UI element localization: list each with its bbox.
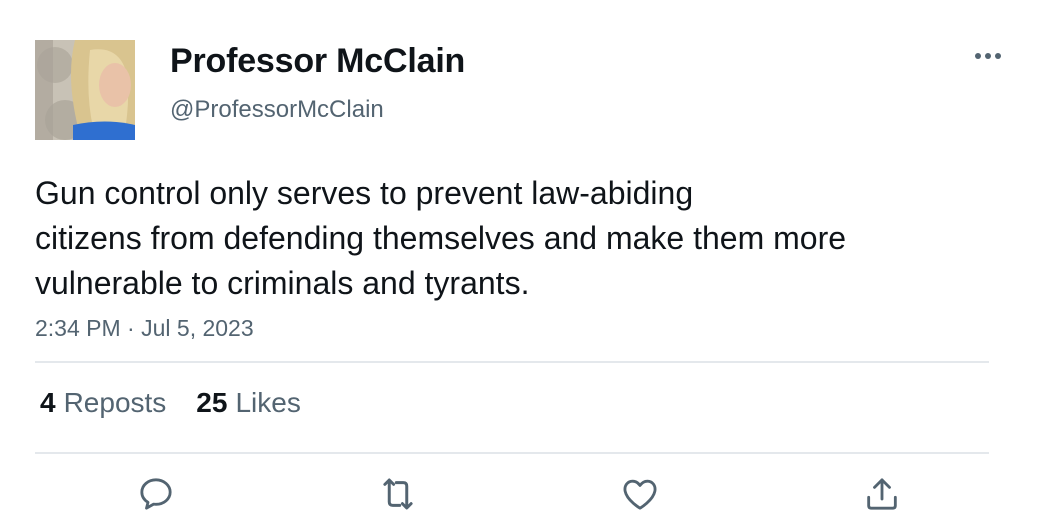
likes-count: 25 bbox=[196, 387, 228, 418]
tweet-text-line: citizens from defending themselves and m… bbox=[35, 220, 847, 256]
reposts-count: 4 bbox=[40, 387, 56, 418]
timestamp[interactable]: 2:34 PM · Jul 5, 2023 bbox=[35, 315, 254, 342]
heart-icon bbox=[623, 479, 657, 510]
repost-icon bbox=[383, 478, 413, 510]
engagement-stats: 4 Reposts 25 Likes bbox=[40, 387, 301, 419]
more-options-button[interactable] bbox=[966, 42, 1010, 70]
share-icon bbox=[867, 478, 897, 510]
tweet-text: Gun control only serves to prevent law-a… bbox=[35, 171, 995, 306]
display-name[interactable]: Professor McClain bbox=[170, 42, 465, 81]
share-button[interactable] bbox=[858, 470, 906, 518]
likes-stat[interactable]: 25 Likes bbox=[196, 387, 301, 419]
like-button[interactable] bbox=[616, 470, 664, 518]
timestamp-separator: · bbox=[127, 315, 135, 341]
divider bbox=[35, 452, 989, 454]
user-handle[interactable]: @ProfessorMcClain bbox=[170, 96, 384, 124]
reposts-stat[interactable]: 4 Reposts bbox=[40, 387, 166, 419]
tweet-date: Jul 5, 2023 bbox=[141, 315, 254, 341]
divider bbox=[35, 361, 989, 363]
likes-label: Likes bbox=[235, 387, 301, 418]
tweet-time: 2:34 PM bbox=[35, 315, 121, 341]
tweet-text-line: vulnerable to criminals and tyrants. bbox=[35, 265, 530, 301]
tweet-text-line: Gun control only serves to prevent law-a… bbox=[35, 175, 694, 211]
action-bar bbox=[0, 470, 1050, 520]
tweet-card: Professor McClain @ProfessorMcClain Gun … bbox=[0, 0, 1050, 525]
reply-button[interactable] bbox=[132, 470, 180, 518]
avatar-image bbox=[35, 40, 135, 140]
reposts-label: Reposts bbox=[63, 387, 167, 418]
repost-button[interactable] bbox=[374, 470, 422, 518]
more-horizontal-icon bbox=[975, 53, 1001, 59]
avatar[interactable] bbox=[35, 40, 135, 140]
reply-icon bbox=[140, 478, 172, 510]
